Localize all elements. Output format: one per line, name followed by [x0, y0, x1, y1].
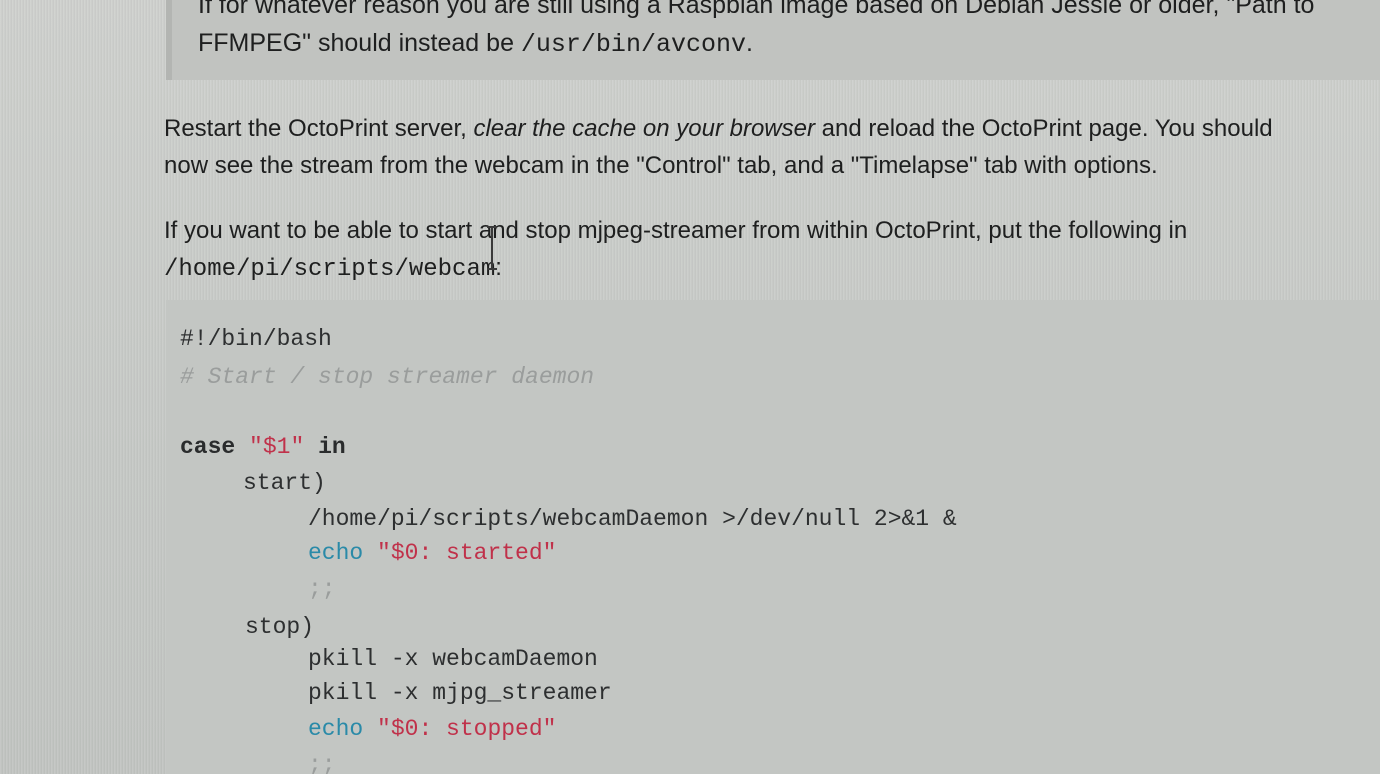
restart-paragraph: Restart the OctoPrint server, clear the … — [164, 110, 1380, 184]
clear-cache-emphasis: clear the cache on your browser — [473, 115, 815, 142]
code-line-terminator-1: ;; — [308, 576, 336, 602]
code-line-start-command: /home/pi/scripts/webcamDaemon >/dev/null… — [308, 506, 957, 532]
code-line-stop-label: stop) — [245, 614, 315, 640]
note-line-1: If for whatever reason you are still usi… — [198, 0, 1315, 19]
note-line-2: FFMPEG" should instead be /usr/bin/avcon… — [198, 24, 1378, 64]
in-keyword: in — [318, 434, 346, 460]
case-argument: "$1" — [249, 434, 305, 460]
code-line-pkill-daemon: pkill -x webcamDaemon — [308, 646, 598, 672]
code-line-start-label: start) — [243, 470, 326, 496]
note-line-2-suffix: . — [745, 29, 753, 57]
started-string: "$0: started" — [377, 540, 557, 566]
code-line-shebang: #!/bin/bash — [180, 326, 332, 352]
code-line-echo-started: echo "$0: started" — [308, 536, 556, 570]
webcam-script-paragraph: If you want to be able to start and stop… — [164, 212, 1380, 288]
code-line-terminator-2: ;; — [308, 752, 336, 774]
restart-paragraph-line-2: now see the stream from the webcam in th… — [164, 152, 1158, 179]
restart-text-part-1: Restart the OctoPrint server, — [164, 115, 474, 142]
webcam-script-line-2: /home/pi/scripts/webcam: — [164, 249, 1380, 288]
text-cursor-icon — [487, 226, 497, 270]
echo-builtin-2: echo — [308, 716, 364, 742]
restart-paragraph-line-1: Restart the OctoPrint server, clear the … — [164, 110, 1380, 147]
note-line-2-prefix: FFMPEG" should instead be — [198, 29, 521, 57]
webcam-script-path-code: /home/pi/scripts/webcam — [164, 256, 496, 283]
stopped-string: "$0: stopped" — [377, 716, 557, 742]
code-line-case: case "$1" in — [180, 430, 346, 464]
echo-builtin: echo — [308, 540, 364, 566]
code-line-pkill-streamer: pkill -x mjpg_streamer — [308, 680, 612, 706]
code-line-comment: # Start / stop streamer daemon — [180, 364, 595, 390]
note-callout-text: If for whatever reason you are still usi… — [198, 0, 1378, 64]
code-line-echo-stopped: echo "$0: stopped" — [308, 712, 556, 746]
webcam-script-line-1: If you want to be able to start and stop… — [164, 217, 1188, 244]
restart-text-part-2: and reload the OctoPrint page. You shoul… — [814, 115, 1273, 142]
avconv-path-code: /usr/bin/avconv — [520, 30, 746, 59]
case-keyword: case — [180, 434, 236, 460]
